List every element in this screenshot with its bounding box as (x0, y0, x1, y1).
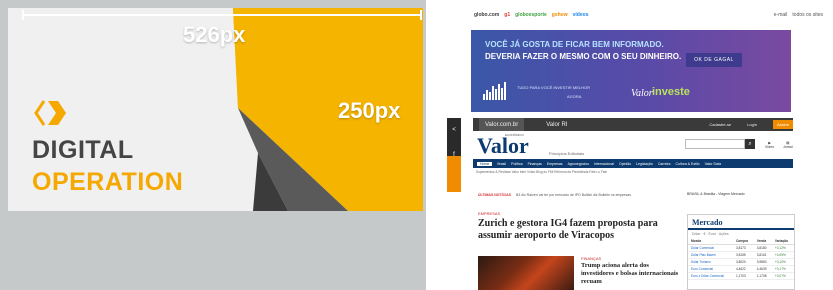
ad-line-2: DEVERIA FAZER O MESMO COM O SEU DINHEIRO… (485, 52, 682, 61)
market-tabs[interactable]: Dólar · € · Euro · Ações (688, 230, 794, 238)
brand-operation: OPERATION (32, 168, 184, 196)
menu-item-agronegocios[interactable]: Agronegócios (568, 162, 589, 166)
story-kicker: EMPRESAS (478, 211, 501, 216)
search-input[interactable] (685, 139, 745, 149)
valor-topnav: Valor.com.br Valor RI Cadastre-se Login … (473, 118, 793, 131)
ad-brand-investe: investe (652, 86, 690, 98)
story-thumbnail-image[interactable] (478, 256, 574, 290)
digital-operation-logo-icon (34, 100, 66, 126)
ad-brand-valor: Valor (631, 88, 653, 99)
menu-item-cultura[interactable]: Cultura & Estilo (675, 162, 699, 166)
subscribe-button[interactable]: Assine (772, 120, 793, 129)
topbar-link-g1[interactable]: g1 (504, 12, 510, 18)
ad-small-text: TUDO PARA VOCÊ INVESTIR MELHOR (517, 85, 591, 90)
banner-spec: 526px 250px DIGITAL OPERATION (8, 8, 423, 211)
sub-menu[interactable]: Suplementos & Revistas Valor Inter Vídeo… (476, 170, 796, 177)
table-row[interactable]: Dólar Comercial 3,8173 3,8180 +0,12% (688, 244, 794, 252)
menu-item-home[interactable]: Home (477, 161, 493, 166)
newspaper-link[interactable]: ▤ Jornal (783, 141, 793, 149)
menu-item-carreira[interactable]: Carreira (658, 162, 671, 166)
topbar-link-globoesporte[interactable]: globoesporte (515, 12, 547, 18)
brand-digital: DIGITAL (32, 136, 134, 164)
menu-item-brasil[interactable]: Brasil (497, 162, 506, 166)
menu-item-valor-data[interactable]: Valor Data (705, 162, 721, 166)
menu-item-internacional[interactable]: Internacional (594, 162, 614, 166)
market-widget: Mercado Dólar · € · Euro · Ações Moeda C… (687, 214, 795, 290)
screenshot-canvas: 526px 250px DIGITAL OPERATION globo.com … (0, 0, 833, 290)
side-ad[interactable]: BRASIL & Brasilia - Viagem Mercado (687, 192, 795, 212)
website-preview: globo.com g1 globoesporte gshow vídeos e… (426, 0, 833, 290)
ad-line-1: VOCÊ JÁ GOSTA DE FICAR BEM INFORMADO. (485, 40, 664, 49)
principles-link[interactable]: Princípios Editoriais (549, 151, 584, 156)
story-headline-main[interactable]: Zurich e gestora IG4 fazem proposta para… (478, 218, 668, 242)
section-menu: Home Brasil Política Finanças Empresas A… (473, 159, 793, 168)
table-row[interactable]: Dólar Ptax Bacen 3,8155 3,8161 +0,05% (688, 251, 794, 259)
topbar-link-all-sites[interactable]: todos os sites (792, 12, 823, 18)
valor-logo-subtitle: ECONÔMICO (505, 133, 524, 137)
ticker-text[interactable]: B3 diz Raízen vai ter por mercado de IPO… (516, 193, 631, 197)
ad-cta-button[interactable]: OK DE GAGAL (686, 53, 742, 67)
feedback-tab[interactable] (447, 156, 461, 192)
ad-chart-icon (483, 82, 511, 100)
topbar-link-globo[interactable]: globo.com (474, 12, 499, 18)
advertisement-banner[interactable]: VOCÊ JÁ GOSTA DE FICAR BEM INFORMADO. DE… (471, 30, 791, 112)
menu-item-legislacao[interactable]: Legislação (636, 162, 653, 166)
table-row[interactable]: Euro x Dólar Comercial 1,1703 1,1708 +0,… (688, 272, 794, 280)
width-measure-line (22, 10, 422, 20)
height-label: 250px (338, 98, 401, 123)
search-icon[interactable]: ⌕ (745, 139, 755, 149)
tab-valor-com-br[interactable]: Valor.com.br (479, 118, 525, 131)
menu-item-politica[interactable]: Política (511, 162, 522, 166)
globo-topbar: globo.com g1 globoesporte gshow vídeos e… (426, 0, 833, 30)
tab-valor-ri[interactable]: Valor RI (540, 122, 573, 128)
topbar-link-email[interactable]: e-mail (774, 12, 788, 18)
story-headline-2[interactable]: Trump aciona alerta dos investidores e b… (581, 262, 681, 286)
masthead: Valor ECONÔMICO Princípios Editoriais ⌕ … (473, 131, 793, 159)
table-row[interactable]: Dólar Turismo 3,8020 3,9850 +0,10% (688, 258, 794, 266)
topbar-link-gshow[interactable]: gshow (552, 12, 568, 18)
share-icon[interactable]: < (452, 127, 456, 133)
login-link[interactable]: Login (747, 122, 757, 127)
market-table: Moeda Compra Venda Variação Dólar Comerc… (688, 238, 794, 280)
ticker-label: ÚLTIMAS NOTÍCIAS (478, 193, 511, 197)
menu-item-financas[interactable]: Finanças (528, 162, 542, 166)
menu-item-empresas[interactable]: Empresas (547, 162, 563, 166)
ad-sub-text: AGORA (567, 94, 582, 99)
video-link[interactable]: ▶ Vídeo (765, 141, 774, 149)
story-kicker-2: FINANÇAS (581, 256, 602, 261)
topbar-link-videos[interactable]: vídeos (573, 12, 589, 18)
width-label: 526px (183, 22, 246, 47)
signup-link[interactable]: Cadastre-se (709, 122, 731, 127)
table-row[interactable]: Euro Comercial 4,4622 4,4639 +0,17% (688, 265, 794, 273)
latest-news-ticker[interactable]: ÚLTIMAS NOTÍCIAS B3 diz Raízen vai ter p… (478, 193, 678, 201)
menu-item-opiniao[interactable]: Opinião (619, 162, 631, 166)
market-title: Mercado (688, 215, 794, 230)
